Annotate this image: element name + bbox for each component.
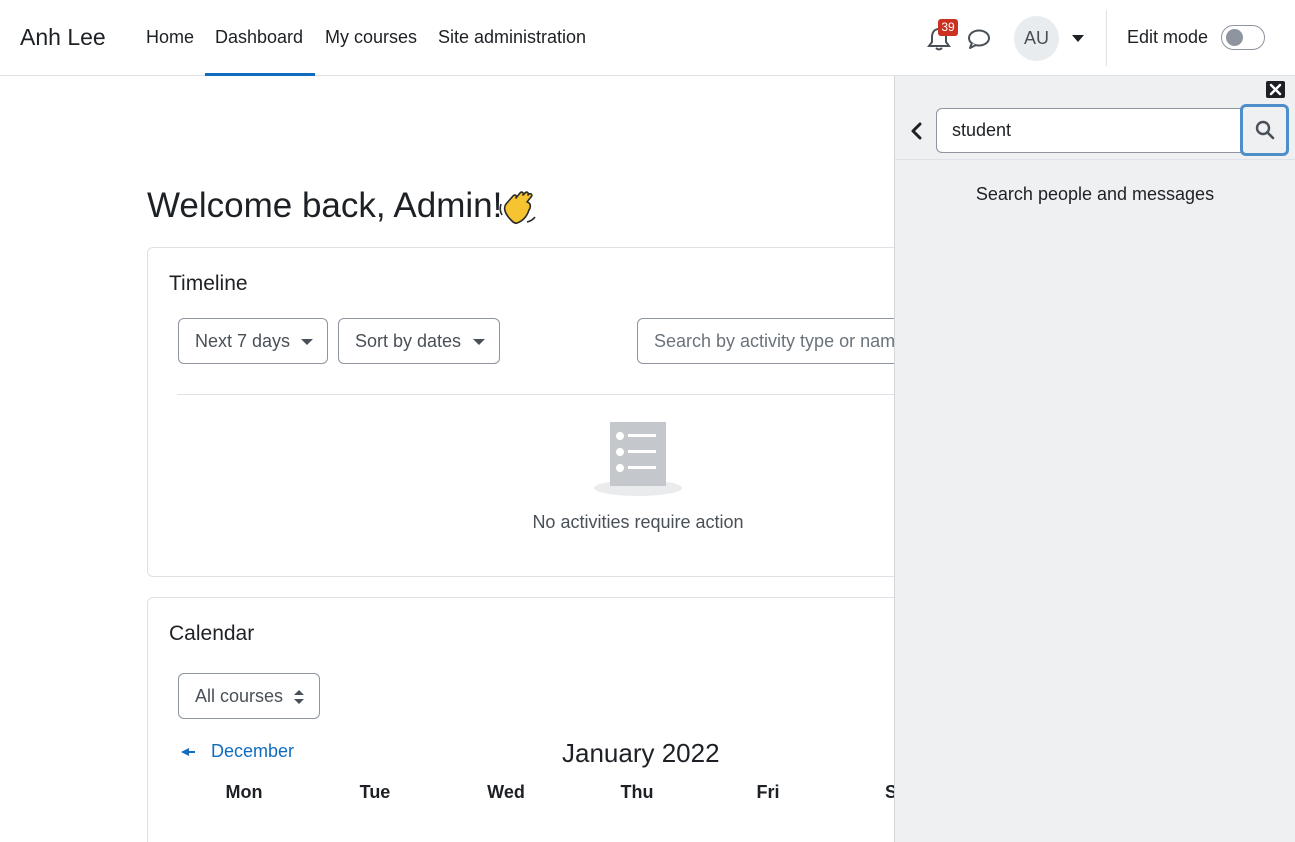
navbar-divider	[1106, 10, 1107, 66]
calendar-card: Calendar All courses December January 20…	[147, 597, 913, 842]
day-header: Fri	[756, 782, 780, 802]
calendar-course-select[interactable]: All courses	[178, 673, 320, 719]
timeline-search-input[interactable]: Search by activity type or name	[637, 318, 908, 364]
timeline-sort-label: Sort by dates	[355, 331, 462, 351]
message-drawer: student Search people and messages	[894, 76, 1295, 842]
day-header: Thu	[620, 782, 654, 802]
chevron-down-icon	[301, 339, 313, 345]
day-header: Wed	[487, 782, 525, 802]
chevron-left-icon[interactable]	[909, 122, 923, 140]
arrow-left-icon[interactable]	[181, 747, 195, 757]
day-header: Tue	[359, 782, 391, 802]
waving-hand-icon	[499, 191, 536, 225]
nav-site-administration[interactable]: Site administration	[438, 27, 586, 48]
course-select-value: All courses	[195, 686, 284, 706]
timeline-empty-message: No activities require action	[532, 512, 744, 532]
page-title: Welcome back, Admin!	[147, 186, 503, 225]
sort-updown-icon	[294, 690, 304, 704]
drawer-search-input[interactable]: student	[936, 108, 1242, 153]
drawer-divider	[895, 159, 1295, 160]
chevron-down-icon	[473, 339, 485, 345]
timeline-filter-dropdown[interactable]: Next 7 days	[178, 318, 328, 364]
empty-list-icon	[594, 422, 682, 496]
user-avatar[interactable]: AU	[1014, 16, 1059, 61]
edit-mode-toggle[interactable]	[1221, 25, 1265, 50]
notification-count-badge: 39	[938, 19, 958, 36]
site-brand[interactable]: Anh Lee	[20, 24, 106, 51]
timeline-divider	[177, 394, 908, 395]
timeline-title: Timeline	[169, 272, 248, 295]
timeline-filter-label: Next 7 days	[195, 331, 291, 351]
nav-dashboard[interactable]: Dashboard	[205, 27, 315, 76]
drawer-search-button[interactable]	[1240, 104, 1289, 156]
chat-bubble-icon[interactable]	[966, 27, 992, 51]
nav-my-courses[interactable]: My courses	[325, 27, 417, 48]
edit-mode-label: Edit mode	[1127, 27, 1209, 47]
calendar-month-title: January 2022	[562, 738, 720, 768]
day-header: Mon	[225, 782, 263, 802]
timeline-card: Timeline Next 7 days Sort by dates Searc…	[147, 247, 908, 577]
toggle-knob	[1226, 29, 1243, 46]
drawer-search-hint: Search people and messages	[975, 184, 1215, 204]
close-icon[interactable]	[1266, 81, 1285, 98]
timeline-sort-dropdown[interactable]: Sort by dates	[338, 318, 500, 364]
calendar-title: Calendar	[169, 622, 255, 645]
previous-month-link[interactable]: December	[211, 741, 294, 762]
user-menu-caret-icon[interactable]	[1072, 35, 1084, 42]
top-navbar: Anh Lee Home Dashboard My courses Site a…	[0, 0, 1295, 76]
nav-home[interactable]: Home	[146, 27, 194, 48]
search-icon	[1255, 120, 1275, 140]
